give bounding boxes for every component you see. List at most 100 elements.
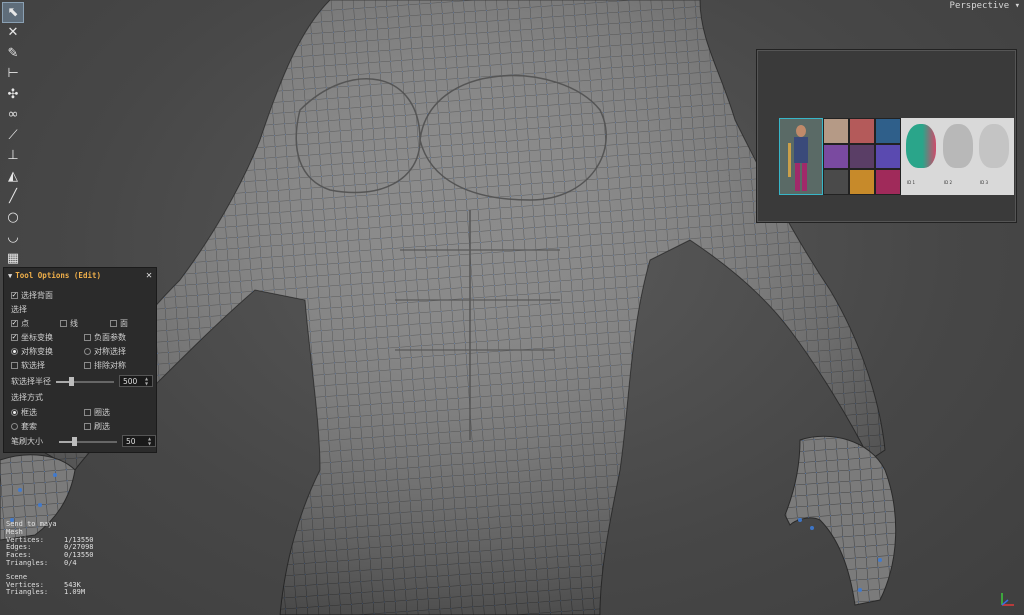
thumbnail-caption: ID 1 — [907, 180, 916, 185]
negative-params-label: 负面参数 — [94, 333, 126, 342]
camera-name: Perspective — [949, 1, 1010, 11]
selection-section-label: 选择 — [11, 304, 27, 315]
component-point-option[interactable]: ✓ 点 — [11, 318, 29, 329]
move-icon: ✣ — [7, 86, 19, 102]
grid-tool[interactable]: ▦ — [2, 248, 24, 269]
face-label: 面 — [120, 319, 128, 328]
component-edge-option[interactable]: 线 — [60, 318, 78, 329]
brush-size-label-row: 笔刷大小 — [11, 436, 43, 447]
mode-lasso-label: 套索 — [21, 422, 37, 431]
line-tool[interactable]: ╱ — [2, 187, 24, 208]
component-face-option[interactable]: 面 — [110, 318, 128, 329]
move-tool[interactable]: ✣ — [2, 84, 24, 105]
soft-radius-slider[interactable] — [56, 377, 114, 386]
character-reference-thumbnail[interactable] — [779, 118, 823, 195]
coord-transform-option[interactable]: ✓ 坐标变换 — [11, 332, 53, 343]
pivot-tool[interactable]: ⊥ — [2, 146, 24, 167]
mode-brush-option[interactable]: 刷选 — [84, 421, 110, 432]
soft-radius-label: 软选择半径 — [11, 377, 51, 386]
face-checkbox[interactable] — [110, 320, 117, 327]
lasso-tool[interactable]: ∞ — [2, 105, 24, 126]
mode-click-radio[interactable] — [11, 409, 18, 416]
brush-tool[interactable]: ⟋ — [2, 125, 24, 146]
scene-stats-hud: Send to maya Mesh Vertices: 1/13550 Edges… — [6, 520, 94, 597]
coord-transform-checkbox[interactable]: ✓ — [11, 334, 18, 341]
select-backfaces-label: 选择背面 — [21, 291, 53, 300]
close-icon[interactable]: ✕ — [146, 270, 152, 281]
measure-tool[interactable]: ⊢ — [2, 64, 24, 85]
negative-params-option[interactable]: 负面参数 — [84, 332, 126, 343]
soft-select-option[interactable]: 软选择 — [11, 360, 45, 371]
arrow-cursor-icon: ⬉ — [7, 4, 19, 20]
point-checkbox[interactable]: ✓ — [11, 320, 18, 327]
soft-radius-value: 500 — [123, 376, 138, 386]
ruler-icon: ⊢ — [7, 66, 19, 82]
soft-radius-knob[interactable] — [69, 377, 74, 386]
spinner-arrows-icon[interactable]: ▲ ▼ — [145, 376, 151, 386]
mode-brush-label: 刷选 — [94, 422, 110, 431]
mode-circle-checkbox[interactable] — [84, 409, 91, 416]
soft-radius-label-row: 软选择半径 — [11, 376, 51, 387]
line-icon: ╱ — [9, 189, 17, 205]
reference-image-strip: ID 1 ID 2 ID 3 — [779, 118, 1014, 195]
camera-view-label[interactable]: Perspective ▾ — [950, 1, 1020, 11]
symmetric-transform-label: 对称变换 — [21, 347, 53, 356]
section-label: 选择方式 — [11, 393, 43, 402]
brush-size-knob[interactable] — [72, 437, 77, 446]
mode-circle-label: 圈选 — [94, 408, 110, 417]
hud-scene-triangles: Triangles: 1.09M — [6, 588, 86, 597]
transform-tool[interactable]: ✕ — [2, 23, 24, 44]
mode-circle-option[interactable]: 圈选 — [84, 407, 110, 418]
circle-icon: ○ — [7, 209, 19, 225]
coord-transform-label: 坐标变换 — [21, 333, 53, 342]
mode-lasso-option[interactable]: 套索 — [11, 421, 37, 432]
brush-size-slider[interactable] — [59, 437, 117, 446]
brush-icon: ⟋ — [8, 127, 18, 143]
exclude-symmetry-label: 排除对称 — [94, 361, 126, 370]
curve-icon: ◡ — [7, 230, 19, 246]
brush-size-input[interactable]: 50 ▲ ▼ — [122, 435, 156, 447]
thumbnail-caption: ID 3 — [980, 180, 989, 185]
section-label: 选择 — [11, 305, 27, 314]
symmetric-select-label: 对称选择 — [94, 347, 126, 356]
soft-select-label: 软选择 — [21, 361, 45, 370]
exclude-symmetry-option[interactable]: 排除对称 — [84, 360, 126, 371]
paint-tool[interactable]: ◭ — [2, 166, 24, 187]
reference-image-panel[interactable]: ID 1 ID 2 ID 3 — [756, 49, 1017, 223]
mode-click-option[interactable]: 框选 — [11, 407, 37, 418]
hud-triangles: Triangles: 0/4 — [6, 558, 77, 567]
select-tool[interactable]: ⬉ — [2, 2, 24, 23]
mode-brush-checkbox[interactable] — [84, 423, 91, 430]
tool-options-header[interactable]: ▼ Tool Options (Edit) ✕ — [4, 268, 156, 283]
select-backfaces-checkbox[interactable]: ✓ — [11, 292, 18, 299]
pen-tool[interactable]: ✎ — [2, 43, 24, 64]
circle-tool[interactable]: ○ — [2, 207, 24, 228]
point-label: 点 — [21, 319, 29, 328]
mode-lasso-radio[interactable] — [11, 423, 18, 430]
mode-click-label: 框选 — [21, 408, 37, 417]
soft-select-checkbox[interactable] — [11, 362, 18, 369]
thumbnail-caption: ID 2 — [944, 180, 953, 185]
symmetric-select-radio[interactable] — [84, 348, 91, 355]
brush-size-label: 笔刷大小 — [11, 437, 43, 446]
symmetric-transform-radio[interactable] — [11, 348, 18, 355]
vertical-toolbar: ⬉ ✕ ✎ ⊢ ✣ ∞ ⟋ ⊥ ◭ ╱ ○ ◡ ▦ — [2, 2, 24, 269]
3d-viewport[interactable]: Perspective ▾ ⬉ ✕ ✎ ⊢ ✣ ∞ ⟋ ⊥ ◭ ╱ ○ ◡ ▦ — [0, 0, 1024, 615]
select-backfaces-option[interactable]: ✓ 选择背面 — [11, 290, 53, 301]
negative-params-checkbox[interactable] — [84, 334, 91, 341]
grid-icon: ▦ — [6, 250, 20, 266]
head-sculpt-thumbnails[interactable]: ID 1 ID 2 ID 3 — [901, 118, 1014, 195]
texture-swatch-grid[interactable] — [823, 118, 901, 195]
spinner-arrows-icon[interactable]: ▲ ▼ — [148, 436, 154, 446]
paint-icon: ◭ — [8, 168, 18, 184]
exclude-symmetry-checkbox[interactable] — [84, 362, 91, 369]
edge-checkbox[interactable] — [60, 320, 67, 327]
symmetric-select-option[interactable]: 对称选择 — [84, 346, 126, 357]
curve-tool[interactable]: ◡ — [2, 228, 24, 249]
soft-radius-input[interactable]: 500 ▲ ▼ — [119, 375, 153, 387]
triangle-down-icon[interactable]: ▼ — [8, 272, 12, 280]
brush-size-value: 50 — [126, 436, 136, 446]
edge-label: 线 — [70, 319, 78, 328]
chevron-down-icon: ▾ — [1014, 1, 1020, 11]
symmetric-transform-option[interactable]: 对称变换 — [11, 346, 53, 357]
